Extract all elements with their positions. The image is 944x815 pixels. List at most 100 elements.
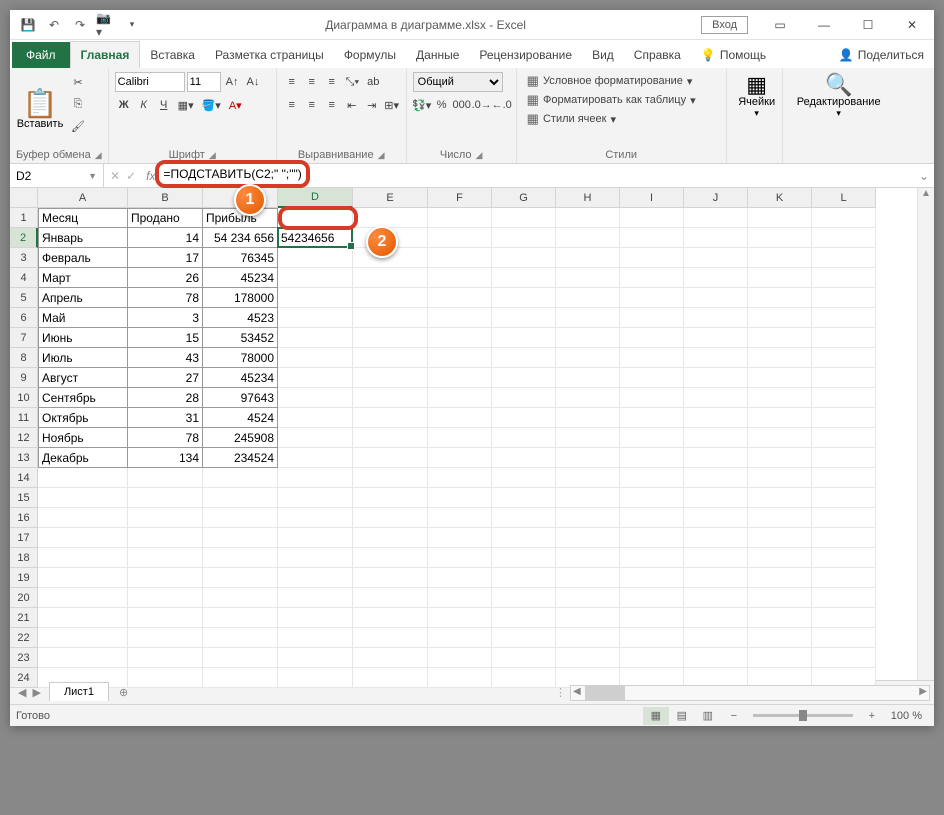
cell-A20[interactable] [38,588,128,608]
zoom-out-button[interactable]: − [721,707,747,725]
accounting-icon[interactable]: 💱▾ [413,95,431,115]
row-header-18[interactable]: 18 [10,548,38,568]
cell-J4[interactable] [684,268,748,288]
signin-button[interactable]: Вход [701,16,748,34]
cell-A4[interactable]: Март [38,268,128,288]
decrease-indent-icon[interactable]: ⇤ [343,95,361,115]
cell-F2[interactable] [428,228,492,248]
tab-formulas[interactable]: Формулы [334,42,406,68]
row-header-19[interactable]: 19 [10,568,38,588]
cell-F15[interactable] [428,488,492,508]
row-header-14[interactable]: 14 [10,468,38,488]
cell-E8[interactable] [353,348,428,368]
row-header-17[interactable]: 17 [10,528,38,548]
cell-H15[interactable] [556,488,620,508]
row-header-23[interactable]: 23 [10,648,38,668]
cell-B8[interactable]: 43 [128,348,203,368]
cell-H7[interactable] [556,328,620,348]
cell-G20[interactable] [492,588,556,608]
enter-formula-icon[interactable]: ✓ [126,169,136,183]
cell-F6[interactable] [428,308,492,328]
cell-F23[interactable] [428,648,492,668]
name-box[interactable]: D2 ▼ [10,164,104,187]
underline-button[interactable]: Ч [155,95,173,115]
row-header-1[interactable]: 1 [10,208,38,228]
align-right-icon[interactable]: ≡ [323,95,341,115]
row-header-10[interactable]: 10 [10,388,38,408]
cell-L17[interactable] [812,528,876,548]
cell-K16[interactable] [748,508,812,528]
tab-file[interactable]: Файл [12,42,70,68]
font-size-combo[interactable] [187,72,221,92]
cell-C23[interactable] [203,648,278,668]
cell-B14[interactable] [128,468,203,488]
row-header-11[interactable]: 11 [10,408,38,428]
redo-icon[interactable]: ↷ [70,15,90,35]
cell-B20[interactable] [128,588,203,608]
cell-H23[interactable] [556,648,620,668]
ribbon-options-icon[interactable]: ▭ [758,10,802,40]
cell-B1[interactable]: Продано [128,208,203,228]
cell-K4[interactable] [748,268,812,288]
cell-L7[interactable] [812,328,876,348]
cell-J7[interactable] [684,328,748,348]
row-header-7[interactable]: 7 [10,328,38,348]
cell-C16[interactable] [203,508,278,528]
cell-B13[interactable]: 134 [128,448,203,468]
cell-C10[interactable]: 97643 [203,388,278,408]
cell-C8[interactable]: 78000 [203,348,278,368]
tab-view[interactable]: Вид [582,42,624,68]
row-header-5[interactable]: 5 [10,288,38,308]
cell-K7[interactable] [748,328,812,348]
number-launcher[interactable]: ◢ [476,150,483,161]
row-header-24[interactable]: 24 [10,668,38,688]
cell-J18[interactable] [684,548,748,568]
cell-I15[interactable] [620,488,684,508]
cell-D3[interactable] [278,248,353,268]
cell-B4[interactable]: 26 [128,268,203,288]
cell-F22[interactable] [428,628,492,648]
cell-D21[interactable] [278,608,353,628]
cell-G7[interactable] [492,328,556,348]
cell-L1[interactable] [812,208,876,228]
cell-F18[interactable] [428,548,492,568]
cell-D20[interactable] [278,588,353,608]
cell-F16[interactable] [428,508,492,528]
cell-F1[interactable] [428,208,492,228]
cell-C3[interactable]: 76345 [203,248,278,268]
cell-J3[interactable] [684,248,748,268]
cell-L11[interactable] [812,408,876,428]
cell-K19[interactable] [748,568,812,588]
cell-A11[interactable]: Октябрь [38,408,128,428]
cell-I22[interactable] [620,628,684,648]
row-header-20[interactable]: 20 [10,588,38,608]
cell-K13[interactable] [748,448,812,468]
cell-A2[interactable]: Январь [38,228,128,248]
cell-G14[interactable] [492,468,556,488]
cell-E24[interactable] [353,668,428,688]
cell-I7[interactable] [620,328,684,348]
cell-H22[interactable] [556,628,620,648]
cell-B21[interactable] [128,608,203,628]
horizontal-scrollbar[interactable]: ◀ ▶ [570,685,930,701]
column-header-D[interactable]: D [278,188,353,208]
cell-K15[interactable] [748,488,812,508]
cell-K14[interactable] [748,468,812,488]
cell-J9[interactable] [684,368,748,388]
page-break-view-icon[interactable]: ▥ [695,707,721,725]
cell-I16[interactable] [620,508,684,528]
cell-I21[interactable] [620,608,684,628]
cell-C13[interactable]: 234524 [203,448,278,468]
cell-L5[interactable] [812,288,876,308]
cell-I3[interactable] [620,248,684,268]
cell-G1[interactable] [492,208,556,228]
cell-G19[interactable] [492,568,556,588]
cell-K12[interactable] [748,428,812,448]
cell-I10[interactable] [620,388,684,408]
cell-K18[interactable] [748,548,812,568]
cell-D18[interactable] [278,548,353,568]
cell-H11[interactable] [556,408,620,428]
cell-K20[interactable] [748,588,812,608]
cell-J2[interactable] [684,228,748,248]
undo-icon[interactable]: ↶ [44,15,64,35]
